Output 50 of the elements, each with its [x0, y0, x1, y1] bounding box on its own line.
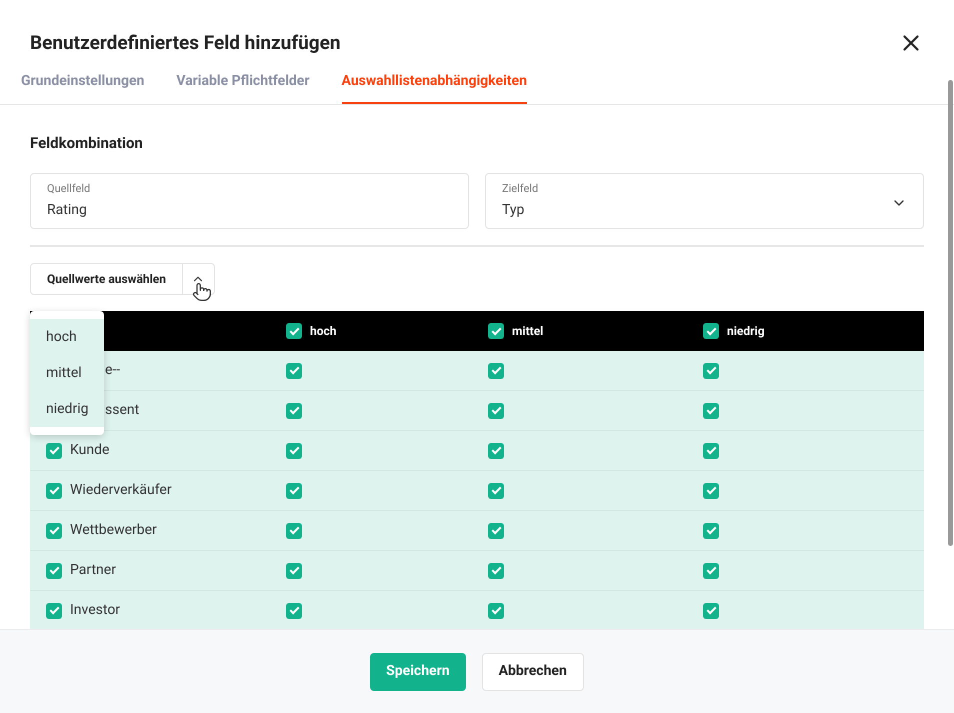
checkbox[interactable] — [488, 362, 504, 378]
scrollbar-thumb[interactable] — [948, 80, 953, 546]
checkbox[interactable] — [488, 522, 504, 538]
dropdown-option[interactable]: niedrig — [30, 391, 104, 427]
row-label: Investor — [70, 601, 120, 620]
checkbox[interactable] — [488, 602, 504, 618]
checkbox[interactable] — [46, 482, 62, 498]
checkbox[interactable] — [286, 362, 302, 378]
checkbox[interactable] — [703, 482, 719, 498]
checkbox[interactable] — [703, 442, 719, 458]
checkbox[interactable] — [46, 562, 62, 578]
checkbox[interactable] — [703, 362, 719, 378]
checkbox[interactable] — [703, 522, 719, 538]
row-label: e-- — [105, 361, 120, 380]
dropdown-option[interactable]: hoch — [30, 319, 104, 355]
checkbox[interactable] — [286, 602, 302, 618]
checkbox[interactable] — [703, 562, 719, 578]
target-field[interactable]: Zielfeld Typ — [485, 173, 924, 229]
checkbox[interactable] — [703, 323, 719, 339]
checkbox[interactable] — [286, 402, 302, 418]
row-label: Wettbewerber — [70, 521, 157, 540]
checkbox[interactable] — [703, 402, 719, 418]
column-header: niedrig — [727, 323, 765, 340]
checkbox[interactable] — [703, 602, 719, 618]
source-field[interactable]: Quellfeld Rating — [30, 173, 469, 229]
row-label: Kunde — [70, 441, 110, 460]
checkbox[interactable] — [46, 602, 62, 618]
checkbox[interactable] — [286, 442, 302, 458]
cancel-button[interactable]: Abbrechen — [482, 652, 584, 690]
checkbox[interactable] — [488, 562, 504, 578]
tab[interactable]: Auswahllistenabhängigkeiten — [342, 68, 527, 104]
checkbox[interactable] — [46, 522, 62, 538]
row-label: Wiederverkäufer — [70, 481, 172, 500]
section-title: Feldkombination — [30, 132, 144, 154]
dropdown-option[interactable]: mittel — [30, 355, 104, 391]
row-label: ssent — [105, 401, 140, 420]
checkbox[interactable] — [286, 323, 302, 339]
checkbox[interactable] — [488, 323, 504, 339]
column-header: hoch — [310, 323, 336, 340]
checkbox[interactable] — [286, 562, 302, 578]
hand-cursor-icon — [192, 282, 212, 302]
dialog-title: Benutzerdefiniertes Feld hinzufügen — [30, 30, 341, 56]
checkbox[interactable] — [286, 482, 302, 498]
checkbox[interactable] — [488, 442, 504, 458]
column-header: mittel — [512, 323, 544, 340]
row-label: Partner — [70, 561, 116, 580]
checkbox[interactable] — [286, 522, 302, 538]
checkbox[interactable] — [488, 482, 504, 498]
checkbox[interactable] — [46, 442, 62, 458]
checkbox[interactable] — [488, 402, 504, 418]
